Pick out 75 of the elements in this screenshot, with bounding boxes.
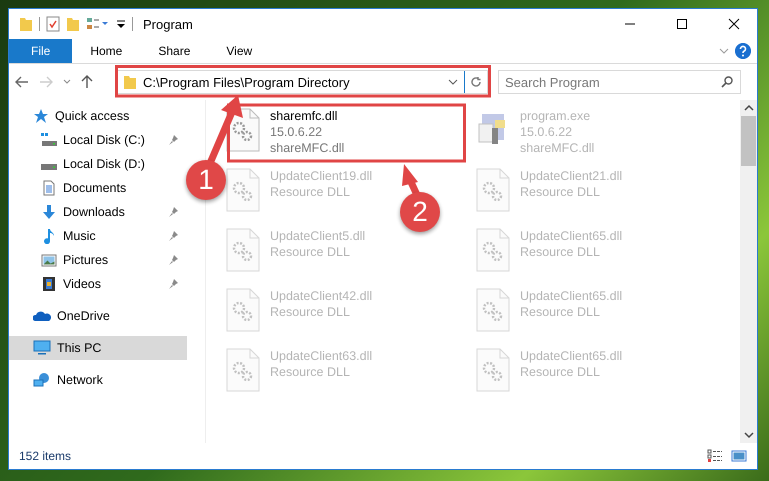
minimize-icon (625, 23, 635, 25)
refresh-icon (470, 76, 482, 88)
file-name[interactable]: sharemfc.dll (270, 108, 344, 124)
music-note-icon (41, 228, 57, 244)
nav-item[interactable]: Music (9, 224, 187, 248)
maximize-icon (676, 18, 688, 30)
ribbon-tab[interactable]: Home (72, 39, 140, 63)
ribbon-tab[interactable]: View (208, 39, 270, 63)
file-detail: 15.0.6.22 (520, 124, 574, 140)
up-arrow-icon[interactable] (81, 75, 93, 89)
picture-icon (41, 252, 57, 268)
back-arrow-icon[interactable] (15, 76, 29, 88)
drive-icon (41, 132, 57, 148)
gear-file-icon (226, 288, 260, 332)
nav-item[interactable]: This PC (9, 336, 187, 360)
properties-icon[interactable] (46, 16, 60, 32)
file-detail: Resource DLL (520, 304, 601, 320)
ribbon-tab[interactable]: File (9, 39, 72, 63)
help-icon[interactable] (735, 43, 751, 59)
file-detail: 15.0.6.22 (270, 124, 324, 140)
file-detail: Resource DLL (520, 184, 601, 200)
gear-file-icon (226, 228, 260, 272)
chevron-down-icon[interactable] (448, 78, 458, 86)
details-view-icon[interactable] (707, 449, 723, 463)
chevron-down-icon[interactable] (744, 431, 754, 439)
window-title: Program (143, 16, 194, 32)
nav-item[interactable]: OneDrive (9, 304, 187, 328)
ribbon-tab[interactable]: Share (140, 39, 208, 63)
customize-arrow-icon[interactable] (116, 19, 126, 29)
picture-view-icon[interactable] (731, 449, 747, 463)
nav-item[interactable]: Documents (9, 176, 187, 200)
pin-icon[interactable] (169, 207, 179, 217)
file-detail: Resource DLL (270, 364, 351, 380)
film-icon (41, 276, 57, 292)
pin-icon[interactable] (169, 231, 179, 241)
star-icon (33, 108, 49, 124)
gear-file-icon (226, 168, 260, 212)
download-arrow-icon (41, 204, 57, 220)
search-field[interactable]: Search Program (498, 70, 741, 94)
document-icon (41, 180, 57, 196)
network-icon (33, 372, 51, 388)
nav-item[interactable]: Network (9, 368, 187, 392)
file-detail: shareMFC.dll (520, 140, 594, 156)
file-detail: Resource DLL (270, 184, 351, 200)
item-count: 152 items (19, 449, 72, 463)
pin-icon[interactable] (169, 135, 179, 145)
nav-item[interactable]: Downloads (9, 200, 187, 224)
file-detail: Resource DLL (520, 244, 601, 260)
view-dropdown-icon[interactable] (86, 16, 110, 32)
gear-file-icon (476, 288, 510, 332)
pin-icon[interactable] (169, 255, 179, 265)
gear-file-icon (476, 228, 510, 272)
monitor-icon (33, 340, 51, 356)
address-path: C:\Program Files\Program Directory (143, 74, 351, 90)
nav-item[interactable]: Local Disk (C:) (9, 128, 187, 152)
nav-item[interactable]: Pictures (9, 248, 187, 272)
file-detail: Resource DLL (270, 304, 351, 320)
scrollbar-thumb[interactable] (741, 116, 756, 166)
gear-file-icon (476, 348, 510, 392)
gear-file-icon (226, 348, 260, 392)
pin-icon[interactable] (169, 279, 179, 289)
file-detail: Resource DLL (520, 364, 601, 380)
close-icon (728, 18, 740, 30)
drive-icon (41, 164, 57, 170)
address-bar[interactable]: C:\Program Files\Program Directory (116, 70, 488, 94)
folder-icon (123, 74, 137, 90)
gear-file-icon (476, 168, 510, 212)
scrollbar[interactable] (740, 100, 757, 443)
nav-item[interactable]: Local Disk (D:) (9, 152, 187, 176)
nav-item[interactable]: Videos (9, 272, 187, 296)
chevron-up-icon[interactable] (744, 104, 754, 112)
file-detail: Resource DLL (270, 244, 351, 260)
nav-item[interactable]: Quick access (9, 104, 187, 128)
file-detail: shareMFC.dll (270, 140, 344, 156)
search-icon (721, 76, 733, 88)
